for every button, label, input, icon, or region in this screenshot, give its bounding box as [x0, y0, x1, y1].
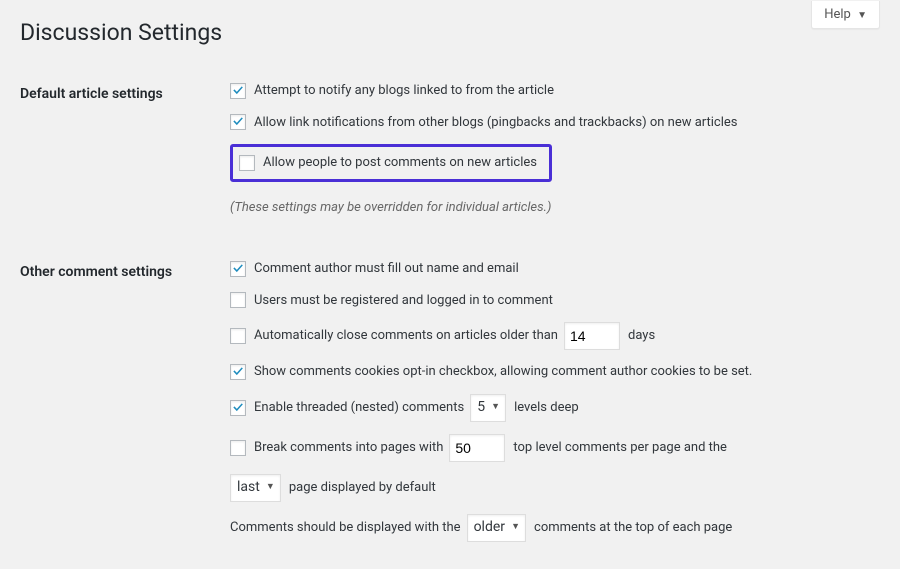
- cookies-optin-label: Show comments cookies opt-in checkbox, a…: [254, 362, 752, 382]
- break-pages-order-select[interactable]: last: [230, 474, 281, 502]
- chevron-down-icon: ▼: [857, 10, 867, 21]
- threaded-levels-value: 5: [477, 397, 485, 418]
- notify-blogs-label: Attempt to notify any blogs linked to fr…: [254, 81, 554, 101]
- threaded-option[interactable]: Enable threaded (nested) comments: [230, 398, 464, 418]
- section-header-default-article: Default article settings: [20, 66, 220, 244]
- allow-pingbacks-checkbox[interactable]: [230, 114, 246, 130]
- default-article-hint: (These settings may be overridden for in…: [230, 198, 551, 218]
- display-order-select[interactable]: older: [467, 514, 526, 542]
- name-email-checkbox[interactable]: [230, 261, 246, 277]
- threaded-checkbox[interactable]: [230, 400, 246, 416]
- display-order-pre-label: Comments should be displayed with the: [230, 518, 461, 538]
- auto-close-days-input[interactable]: [564, 322, 620, 350]
- threaded-levels-select[interactable]: 5: [470, 394, 506, 422]
- auto-close-post-label: days: [628, 326, 655, 346]
- break-pages-order-value: last: [237, 477, 260, 498]
- threaded-pre-label: Enable threaded (nested) comments: [254, 398, 464, 418]
- notify-blogs-option[interactable]: Attempt to notify any blogs linked to fr…: [230, 81, 554, 101]
- registered-checkbox[interactable]: [230, 292, 246, 308]
- break-pages-count-input[interactable]: [449, 434, 505, 462]
- registered-label: Users must be registered and logged in t…: [254, 291, 553, 311]
- notify-blogs-checkbox[interactable]: [230, 83, 246, 99]
- allow-pingbacks-option[interactable]: Allow link notifications from other blog…: [230, 113, 738, 133]
- name-email-label: Comment author must fill out name and em…: [254, 259, 519, 279]
- allow-comments-highlight: Allow people to post comments on new art…: [230, 144, 552, 182]
- break-pages-mid-label: top level comments per page and the: [513, 438, 727, 458]
- allow-comments-checkbox[interactable]: [239, 155, 255, 171]
- auto-close-option[interactable]: Automatically close comments on articles…: [230, 326, 558, 346]
- break-pages-option[interactable]: Break comments into pages with: [230, 438, 443, 458]
- break-pages-checkbox[interactable]: [230, 440, 246, 456]
- allow-comments-label: Allow people to post comments on new art…: [263, 153, 537, 173]
- break-pages-pre-label: Break comments into pages with: [254, 438, 443, 458]
- allow-comments-option[interactable]: Allow people to post comments on new art…: [239, 153, 537, 173]
- cookies-optin-checkbox[interactable]: [230, 364, 246, 380]
- help-label: Help: [824, 7, 851, 22]
- allow-pingbacks-label: Allow link notifications from other blog…: [254, 113, 738, 133]
- help-toggle[interactable]: Help ▼: [811, 1, 880, 29]
- name-email-option[interactable]: Comment author must fill out name and em…: [230, 259, 519, 279]
- threaded-post-label: levels deep: [514, 398, 579, 418]
- cookies-optin-option[interactable]: Show comments cookies opt-in checkbox, a…: [230, 362, 752, 382]
- page-title: Discussion Settings: [20, 10, 880, 50]
- section-header-other-comment: Other comment settings: [20, 244, 220, 569]
- registered-option[interactable]: Users must be registered and logged in t…: [230, 291, 553, 311]
- break-pages-post-label: page displayed by default: [289, 478, 436, 498]
- auto-close-checkbox[interactable]: [230, 328, 246, 344]
- auto-close-pre-label: Automatically close comments on articles…: [254, 326, 558, 346]
- display-order-value: older: [474, 517, 505, 538]
- display-order-post-label: comments at the top of each page: [534, 518, 732, 538]
